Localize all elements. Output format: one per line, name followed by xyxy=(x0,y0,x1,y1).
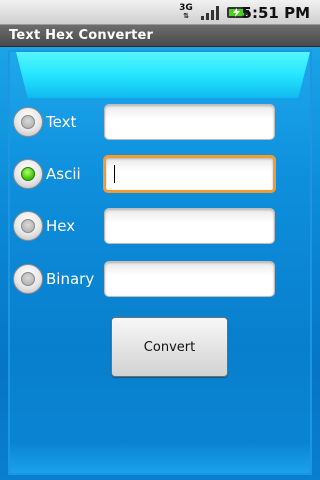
binary-input[interactable] xyxy=(104,261,275,297)
signal-strength-icon xyxy=(201,6,219,20)
app-title-bar: Text Hex Converter xyxy=(0,25,320,47)
status-bar: 3G ⇅ 5:51 PM xyxy=(0,0,320,25)
app-title: Text Hex Converter xyxy=(9,28,154,43)
row-hex: Hex xyxy=(0,206,320,246)
radio-hex[interactable] xyxy=(13,211,43,241)
header-glow xyxy=(16,52,310,98)
status-clock: 5:51 PM xyxy=(241,4,310,22)
3g-data-icon: 3G ⇅ xyxy=(179,3,193,21)
radio-text[interactable] xyxy=(13,107,43,137)
row-binary: Binary xyxy=(0,259,320,299)
row-ascii: Ascii xyxy=(0,154,320,194)
text-caret xyxy=(114,165,115,183)
text-input[interactable] xyxy=(104,104,275,140)
hex-input[interactable] xyxy=(104,208,275,244)
radio-ascii[interactable] xyxy=(13,159,43,189)
label-hex: Hex xyxy=(46,217,76,235)
footer-glow xyxy=(10,443,310,473)
label-binary: Binary xyxy=(46,270,95,288)
row-text: Text xyxy=(0,102,320,142)
label-text: Text xyxy=(46,113,77,131)
convert-button[interactable]: Convert xyxy=(111,317,228,377)
ascii-input[interactable] xyxy=(103,155,276,193)
radio-binary[interactable] xyxy=(13,264,43,294)
label-ascii: Ascii xyxy=(46,165,81,183)
